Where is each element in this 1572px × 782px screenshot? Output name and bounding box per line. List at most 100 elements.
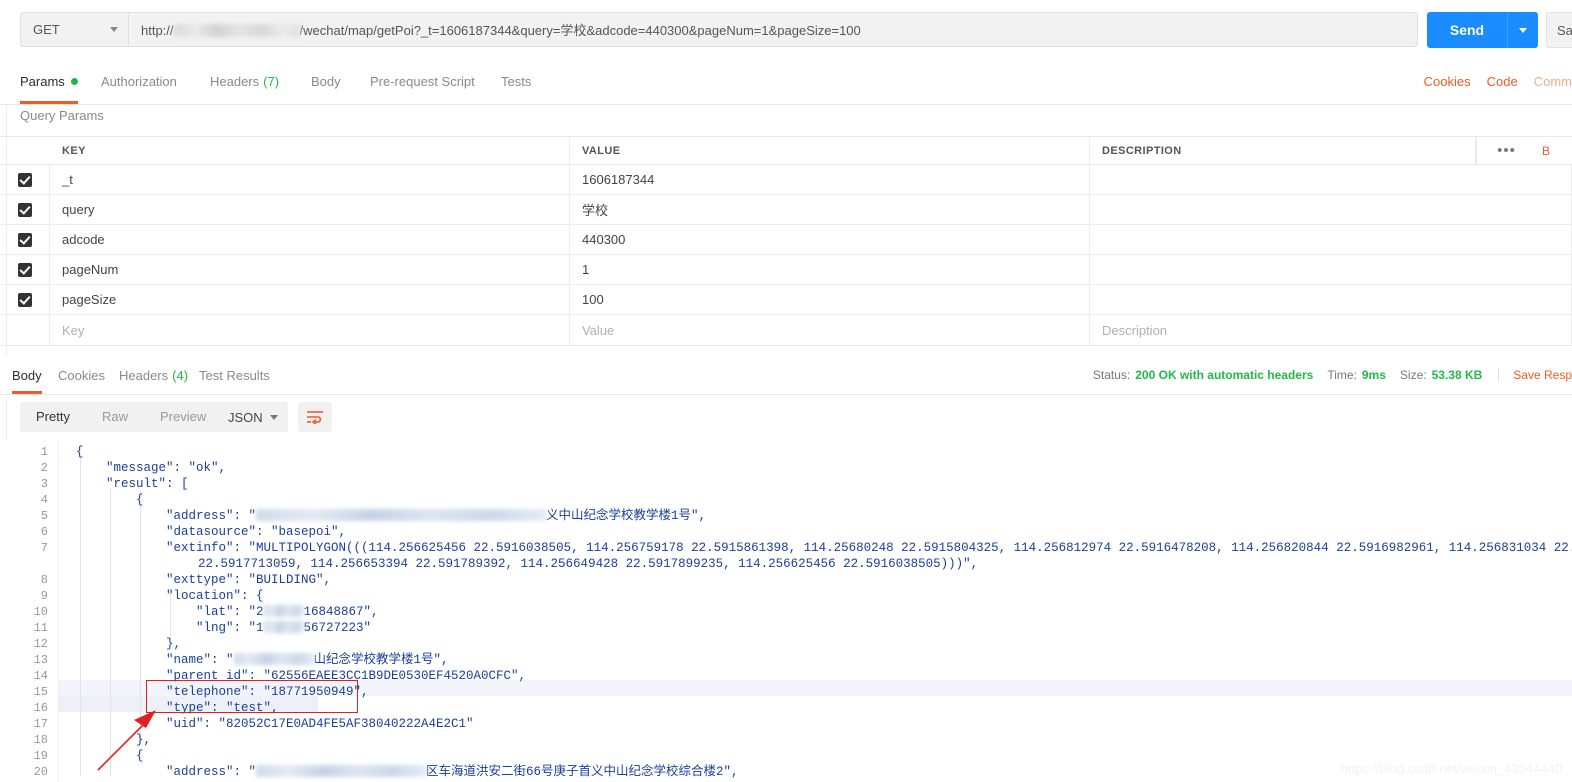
row-key-text: adcode [62, 232, 105, 247]
code-line: { [136, 749, 144, 763]
ellipsis-icon[interactable]: ••• [1497, 143, 1516, 158]
redacted-text [263, 605, 304, 617]
http-method-select[interactable]: GET [20, 12, 128, 47]
url-text: http:// /wechat/map/getPoi?_t=1606187344&… [141, 20, 861, 39]
code-link[interactable]: Code [1487, 74, 1518, 89]
tab-tests-label: Tests [501, 74, 532, 89]
send-options-button[interactable] [1507, 12, 1538, 48]
code-line: "parent_id": "62556EAEE3CC1B9DE0530EF452… [166, 669, 527, 683]
code-line: "name": " 山纪念学校教学楼1号", [166, 652, 449, 668]
table-row[interactable]: adcode 440300 [0, 225, 1572, 255]
code-line-head: "name": " [166, 653, 234, 667]
response-tab-cookies-label: Cookies [58, 367, 105, 383]
placeholder-key-cell[interactable]: Key [50, 315, 570, 345]
time-value: 9ms [1361, 368, 1386, 382]
row-checkbox[interactable] [17, 262, 32, 277]
save-button[interactable]: Save [1546, 12, 1572, 48]
column-header-key: KEY [62, 144, 86, 157]
view-mode-group: Pretty Raw Preview [20, 402, 223, 432]
save-response-button[interactable]: Save Resp [1498, 368, 1572, 382]
tab-authorization[interactable]: Authorization [101, 59, 177, 104]
url-input[interactable]: http:// /wechat/map/getPoi?_t=1606187344&… [128, 12, 1418, 47]
line-number: 12 [33, 637, 48, 651]
code-line: { [76, 445, 84, 459]
row-value-text: 学校 [582, 203, 609, 218]
response-tab-body[interactable]: Body [12, 356, 42, 394]
placeholder-value-text: Value [582, 322, 615, 338]
row-key-text: query [62, 202, 95, 217]
url-prefix: http:// [141, 23, 174, 38]
row-value-cell[interactable]: 学校 [570, 195, 1090, 224]
time-label: Time: [1327, 368, 1357, 382]
table-row[interactable]: pageNum 1 [0, 255, 1572, 285]
placeholder-description-cell[interactable]: Description [1090, 315, 1572, 345]
row-checkbox[interactable] [17, 292, 32, 307]
response-tab-cookies[interactable]: Cookies [58, 356, 105, 394]
response-body-code[interactable]: 1 2 3 4 5 6 7 8 9 10 11 12 13 14 15 16 1… [0, 440, 1572, 782]
tab-tests[interactable]: Tests [501, 59, 531, 104]
view-mode-pretty[interactable]: Pretty [20, 402, 86, 432]
response-tab-headers[interactable]: Headers (4) [119, 356, 188, 394]
query-params-table: KEY VALUE DESCRIPTION ••• B _t 160618734… [0, 136, 1572, 346]
code-line-continuation: 22.5917713059, 114.256653394 22.59178939… [198, 557, 979, 571]
row-description-cell[interactable] [1090, 285, 1572, 314]
row-description-cell[interactable] [1090, 195, 1572, 224]
code-line: }, [136, 733, 152, 747]
table-row[interactable]: _t 1606187344 [0, 165, 1572, 195]
line-number: 3 [40, 477, 48, 491]
row-checkbox[interactable] [17, 232, 32, 247]
row-checkbox[interactable] [17, 202, 32, 217]
save-button-label: Save [1557, 22, 1572, 38]
column-header-value: VALUE [582, 144, 621, 157]
row-value-cell[interactable]: 440300 [570, 225, 1090, 254]
placeholder-checkbox-cell [0, 315, 50, 345]
table-row[interactable]: query 学校 [0, 195, 1572, 225]
row-description-cell[interactable] [1090, 165, 1572, 194]
chevron-down-icon [270, 414, 278, 420]
tab-headers[interactable]: Headers (7) [210, 59, 279, 104]
line-number: 18 [33, 733, 48, 747]
row-key-cell[interactable]: pageSize [50, 285, 570, 314]
word-wrap-button[interactable] [298, 402, 332, 432]
row-description-cell[interactable] [1090, 255, 1572, 284]
placeholder-key-text: Key [62, 322, 85, 338]
row-checkbox[interactable] [17, 172, 32, 187]
response-tab-test-results[interactable]: Test Results [199, 356, 270, 394]
row-key-cell[interactable]: query [50, 195, 570, 224]
row-description-cell[interactable] [1090, 225, 1572, 254]
view-mode-preview[interactable]: Preview [144, 402, 222, 432]
size-label: Size: [1399, 368, 1427, 382]
row-value-cell[interactable]: 1606187344 [570, 165, 1090, 194]
send-button[interactable]: Send [1427, 12, 1507, 48]
line-number: 17 [33, 717, 48, 731]
code-line: "uid": "82052C17E0AD4FE5AF38040222A4E2C1… [166, 717, 474, 731]
status-value: 200 OK with automatic headers [1135, 368, 1314, 382]
placeholder-value-cell[interactable]: Value [570, 315, 1090, 345]
format-select[interactable]: JSON [216, 402, 288, 432]
tab-params[interactable]: Params [20, 59, 78, 104]
comments-link[interactable]: Comm [1534, 74, 1572, 89]
tab-body[interactable]: Body [311, 59, 341, 104]
code-line: "address": " 区车海道洪安二街66号庚子首义中山纪念学校综合楼2", [166, 764, 739, 780]
code-line-tail: 义中山纪念学校教学楼1号", [546, 509, 707, 523]
bulk-edit-cell: B [1536, 137, 1572, 164]
indent-guide [110, 488, 111, 776]
header-key-cell: KEY [50, 137, 570, 164]
table-row-placeholder[interactable]: Key Value Description [0, 315, 1572, 345]
row-value-cell[interactable]: 1 [570, 255, 1090, 284]
line-number: 4 [40, 493, 48, 507]
row-value-cell[interactable]: 100 [570, 285, 1090, 314]
url-suffix: /wechat/map/getPoi?_t=1606187344&query=学… [299, 23, 861, 38]
row-key-cell[interactable]: pageNum [50, 255, 570, 284]
view-mode-raw[interactable]: Raw [86, 402, 144, 432]
tab-pre-request-script[interactable]: Pre-request Script [370, 59, 475, 104]
tab-body-label: Body [311, 74, 341, 89]
row-key-cell[interactable]: adcode [50, 225, 570, 254]
row-key-cell[interactable]: _t [50, 165, 570, 194]
header-value-cell: VALUE [570, 137, 1090, 164]
table-row[interactable]: pageSize 100 [0, 285, 1572, 315]
row-checkbox-cell [0, 255, 50, 284]
cookies-link[interactable]: Cookies [1424, 74, 1471, 89]
bulk-edit-link[interactable]: B [1542, 144, 1550, 158]
line-number: 2 [40, 461, 48, 475]
